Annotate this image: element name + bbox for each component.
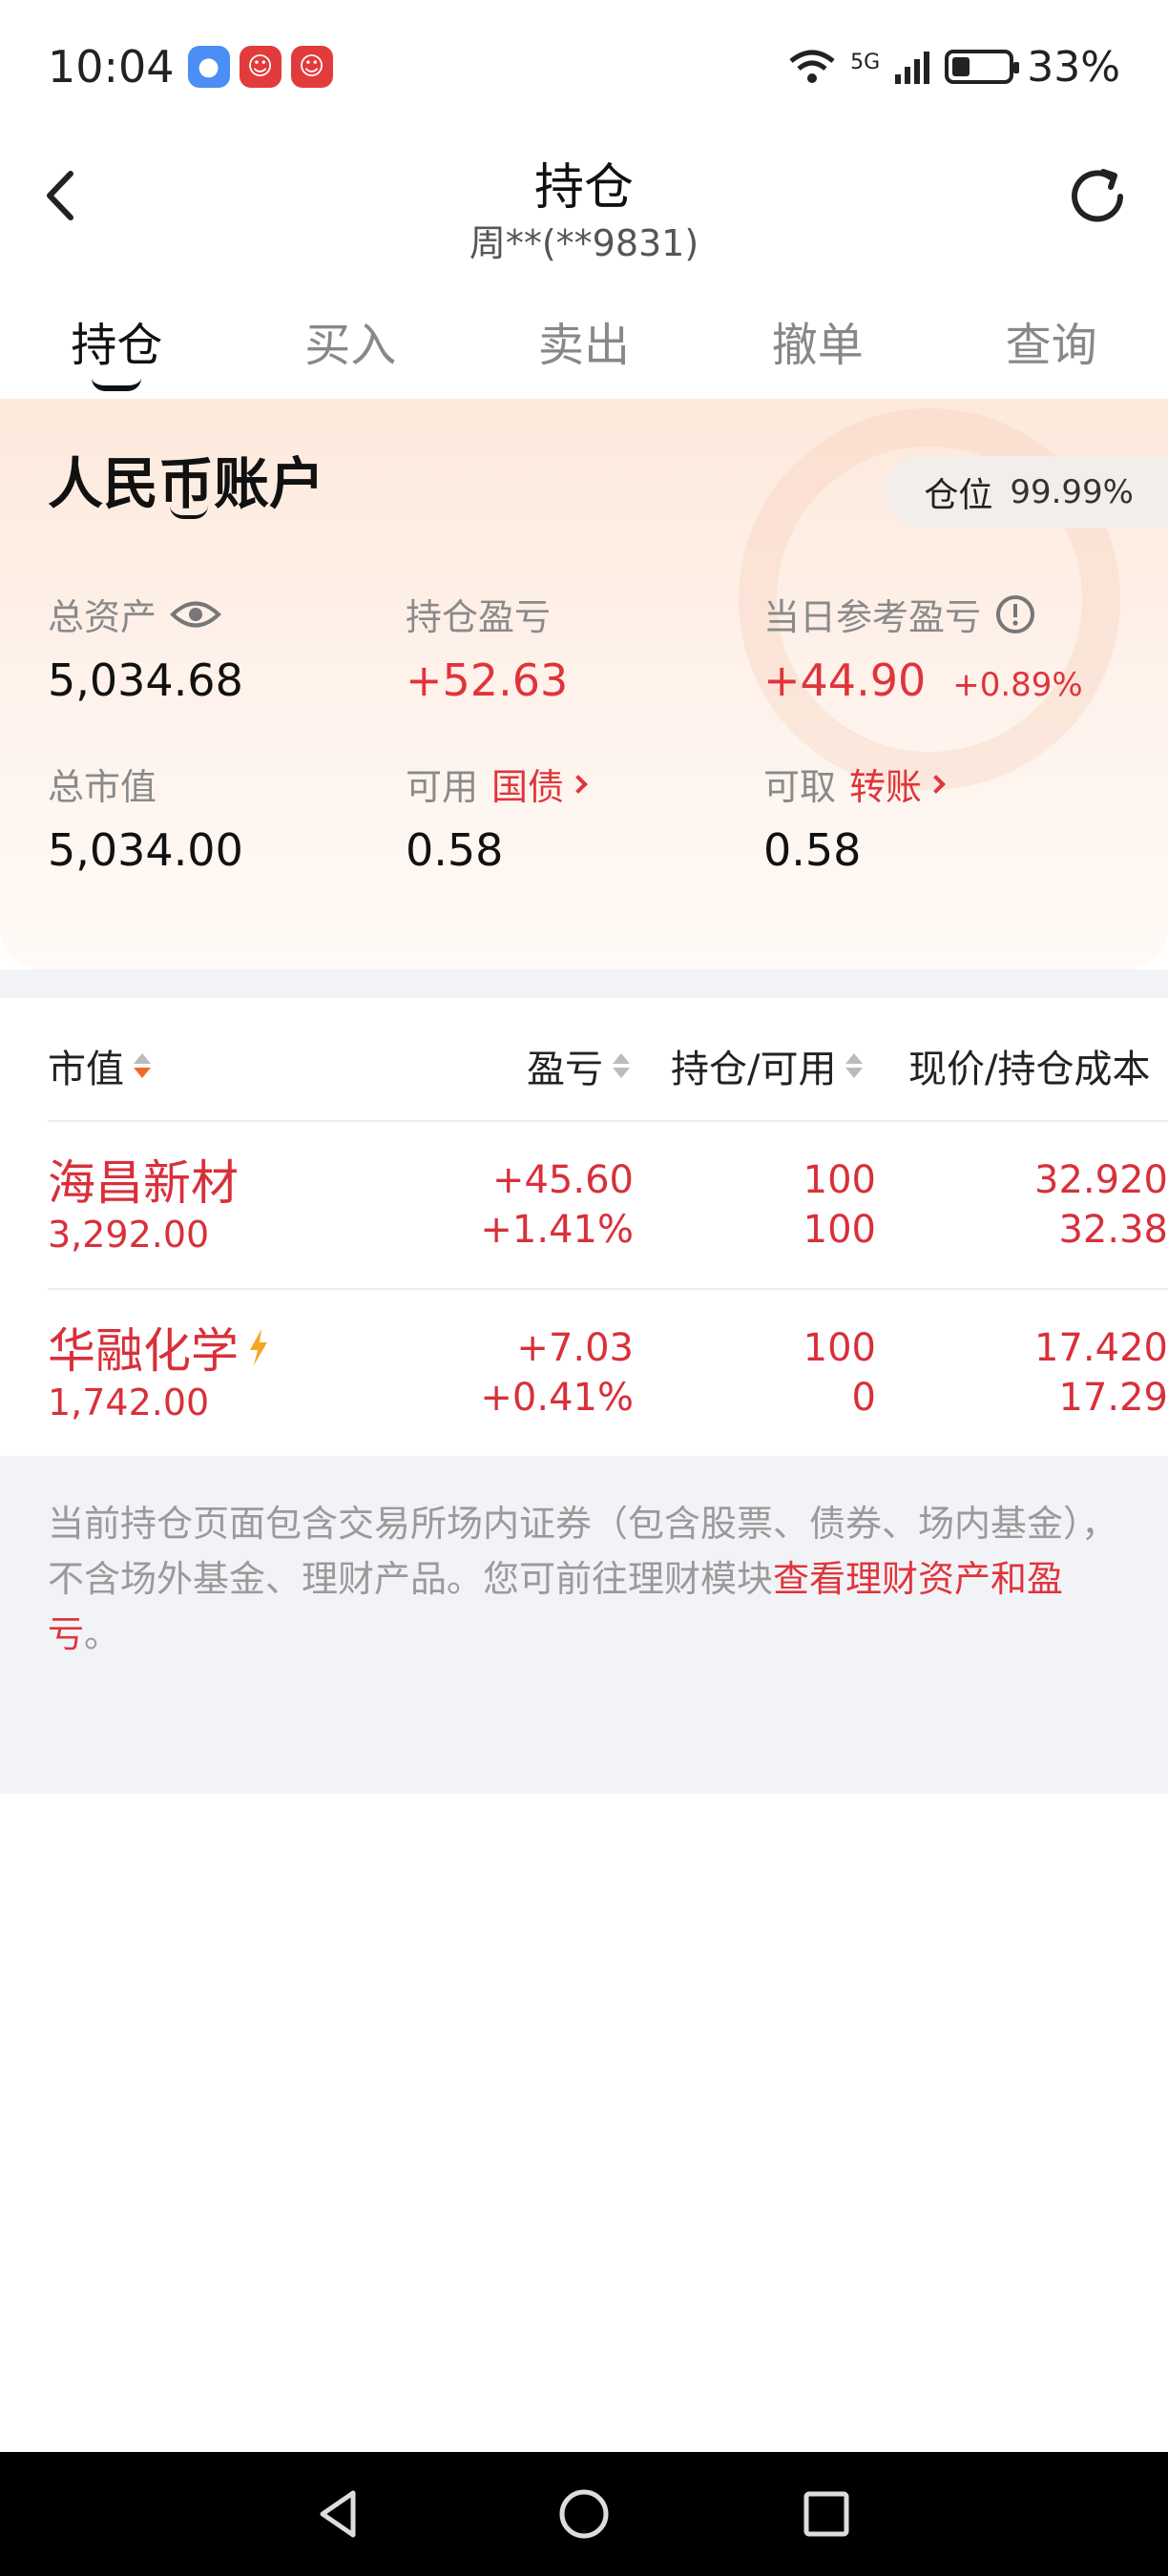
tab-label: 持仓 — [71, 319, 163, 372]
tab-label: 撤单 — [771, 319, 864, 372]
stock-name: 华融化学 — [48, 1313, 271, 1381]
refresh-icon[interactable] — [1061, 160, 1134, 233]
stock-name-text: 海昌新材 — [48, 1155, 239, 1211]
section-divider — [0, 969, 1168, 998]
nav-recents-icon[interactable] — [798, 2485, 855, 2543]
header-price-cost: 现价/持仓成本 — [908, 1048, 1151, 1091]
sort-holding-available[interactable]: 持仓/可用 — [671, 1038, 864, 1093]
withdrawable-label: 可取 转账 — [763, 758, 946, 810]
status-time: 10:04 — [48, 41, 175, 93]
daily-pnl: +44.90 +0.89% — [763, 654, 1083, 706]
messages-icon: ● — [187, 46, 230, 88]
stock-name-text: 华融化学 — [48, 1323, 239, 1379]
market-value-label: 总市值 — [48, 766, 157, 808]
stock-available: 0 — [851, 1376, 876, 1420]
stock-market-value: 3,292.00 — [48, 1214, 210, 1256]
header-pnl: 盈亏 — [527, 1048, 603, 1091]
tab-cancel-order[interactable]: 撤单 — [700, 286, 934, 399]
eye-icon[interactable] — [170, 598, 221, 631]
disclaimer-text: 当前持仓页面包含交易所场内证券（包含股票、债券、场内基金），不含场外基金、理财产… — [48, 1496, 1126, 1662]
stock-pnl: +7.03 — [516, 1326, 634, 1370]
disclaimer-suffix: 。 — [84, 1613, 121, 1655]
tab-label: 买入 — [304, 319, 397, 372]
tab-bar: 持仓 买入 卖出 撤单 查询 — [0, 286, 1168, 399]
battery-percent: 33% — [1027, 42, 1120, 92]
header-market-value: 市值 — [48, 1048, 124, 1091]
tab-sell[interactable]: 卖出 — [468, 286, 701, 399]
stock-holding: 100 — [803, 1326, 876, 1370]
position-value: 99.99% — [1010, 473, 1134, 511]
sort-icon — [845, 1053, 864, 1078]
app-icon: ☺ — [290, 46, 333, 88]
chevron-right-icon — [927, 774, 946, 794]
network-type: 5G — [850, 50, 881, 74]
tab-label: 查询 — [1005, 319, 1097, 372]
market-value-value: 5,034.00 — [48, 824, 243, 876]
stock-holding: 100 — [803, 1158, 876, 1202]
available-label: 可用 国债 — [406, 758, 588, 810]
available-value: 0.58 — [406, 824, 504, 876]
battery-level — [952, 57, 970, 76]
status-bar: 10:04 ● ☺ ☺ 5G 33% — [0, 0, 1168, 134]
account-subtitle: 周**(**9831) — [469, 222, 699, 264]
daily-pnl-label: 当日参考盈亏 — [763, 588, 1036, 640]
total-assets-value: 5,034.68 — [48, 654, 243, 706]
sort-pnl[interactable]: 盈亏 — [527, 1038, 630, 1093]
chevron-right-icon — [569, 774, 588, 794]
header-holding-available: 持仓/可用 — [671, 1048, 837, 1091]
system-nav-bar — [0, 2452, 1168, 2576]
sort-icon — [613, 1053, 630, 1078]
position-ratio-pill: 仓位 99.99% — [886, 456, 1168, 529]
stock-price: 32.920 — [1034, 1158, 1168, 1202]
lightning-icon — [250, 1329, 267, 1365]
position-label: 仓位 — [924, 476, 993, 515]
app-icon: ☺ — [239, 46, 282, 88]
account-card: 人民币账户 仓位 99.99% 总资产 持仓盈亏 当日参考盈亏 5,034.68… — [0, 399, 1168, 969]
stock-cost: 17.29 — [1058, 1376, 1168, 1420]
available-label-text: 可用 — [406, 766, 479, 808]
daily-pnl-value: +44.90 — [763, 654, 927, 706]
tab-label: 卖出 — [537, 319, 630, 372]
stock-pnl-percent: +1.41% — [480, 1208, 634, 1252]
info-icon[interactable] — [994, 593, 1036, 635]
transfer-link-text: 转账 — [849, 766, 923, 808]
stock-price: 17.420 — [1034, 1326, 1168, 1370]
header: 持仓 周**(**9831) — [0, 134, 1168, 277]
holdings-table-header: 市值 盈亏 持仓/可用 现价/持仓成本 — [0, 998, 1168, 1122]
withdrawable-value: 0.58 — [763, 824, 862, 876]
daily-pnl-label-text: 当日参考盈亏 — [763, 596, 982, 638]
wifi-icon — [789, 50, 835, 83]
status-indicators: 5G 33% — [787, 43, 1120, 92]
transfer-link[interactable]: 转账 — [849, 758, 946, 810]
tab-active-indicator — [92, 378, 142, 391]
holding-pnl-label: 持仓盈亏 — [406, 596, 552, 638]
sort-icon — [134, 1053, 151, 1078]
stock-cost: 32.38 — [1058, 1208, 1168, 1252]
total-assets-label: 总资产 — [48, 588, 221, 640]
holding-pnl-value: +52.63 — [406, 654, 569, 706]
sort-market-value[interactable]: 市值 — [48, 1038, 151, 1093]
tab-holdings[interactable]: 持仓 — [0, 286, 234, 399]
stock-market-value: 1,742.00 — [48, 1381, 210, 1423]
stock-available: 100 — [803, 1208, 876, 1252]
total-assets-label-text: 总资产 — [48, 596, 157, 638]
stock-name: 海昌新材 — [48, 1145, 239, 1214]
holding-row[interactable]: 海昌新材 3,292.00 +45.60 +1.41% 100 100 32.9… — [0, 1122, 1168, 1290]
page-title: 持仓 — [533, 159, 634, 217]
nav-back-icon[interactable] — [311, 2485, 368, 2543]
daily-pnl-percent: +0.89% — [952, 666, 1083, 704]
tab-buy[interactable]: 买入 — [234, 286, 468, 399]
nav-home-icon[interactable] — [555, 2485, 613, 2543]
withdrawable-label-text: 可取 — [763, 766, 837, 808]
stock-pnl: +45.60 — [491, 1158, 634, 1202]
stock-pnl-percent: +0.41% — [480, 1376, 634, 1420]
signal-icon — [895, 52, 930, 84]
disclaimer-section: 当前持仓页面包含交易所场内证券（包含股票、债券、场内基金），不含场外基金、理财产… — [0, 1456, 1168, 1794]
battery-icon — [945, 50, 1020, 84]
tab-query[interactable]: 查询 — [934, 286, 1168, 399]
holding-row[interactable]: 华融化学 1,742.00 +7.03 +0.41% 100 0 17.420 … — [0, 1290, 1168, 1458]
treasury-bond-link-text: 国债 — [491, 766, 565, 808]
treasury-bond-link[interactable]: 国债 — [491, 758, 588, 810]
